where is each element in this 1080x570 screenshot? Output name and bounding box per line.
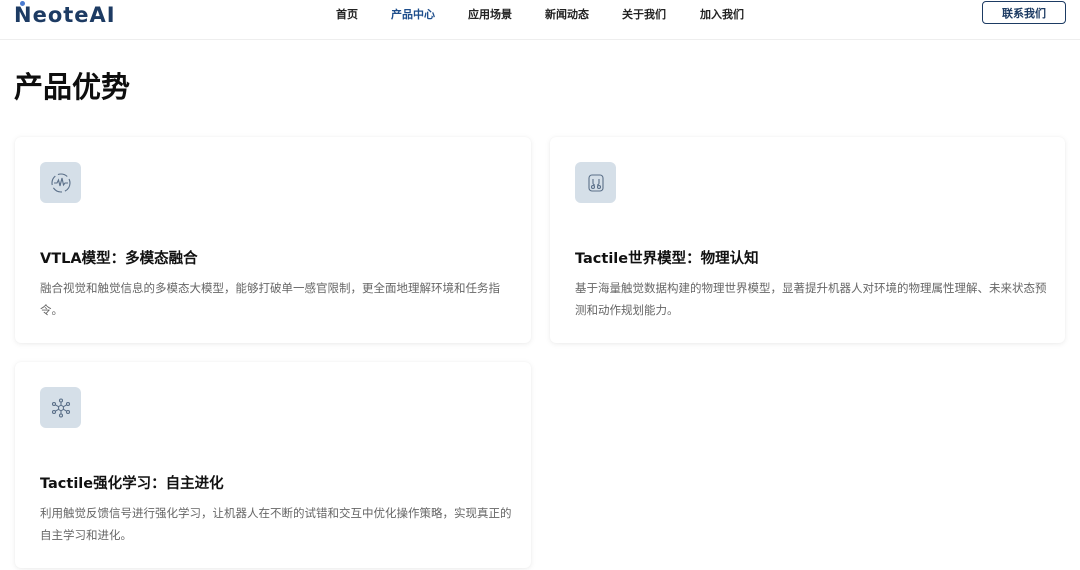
- robot-hands-icon: [575, 162, 616, 203]
- contact-button[interactable]: 联系我们: [982, 1, 1066, 24]
- feature-card-world-model: Tactile世界模型：物理认知 基于海量触觉数据构建的物理世界模型，显著提升机…: [550, 137, 1065, 343]
- logo-text: NeoteAI: [14, 3, 116, 27]
- page-title: 产品优势: [14, 70, 131, 104]
- nav-item-about[interactable]: 关于我们: [622, 6, 666, 22]
- logo-dot-icon: [20, 1, 25, 6]
- card-description: 基于海量触觉数据构建的物理世界模型，显著提升机器人对环境的物理属性理解、未来状态…: [575, 281, 1047, 317]
- logo[interactable]: NeoteAI: [14, 3, 116, 27]
- nav-item-home[interactable]: 首页: [336, 6, 358, 22]
- waveform-circle-icon: [40, 162, 81, 203]
- feature-card-vtla: VTLA模型：多模态融合 融合视觉和触觉信息的多模态大模型，能够打破单一感官限制…: [15, 137, 531, 343]
- feature-card-reinforcement: Tactile强化学习：自主进化 利用触觉反馈信号进行强化学习，让机器人在不断的…: [15, 362, 531, 568]
- card-title: Tactile强化学习：自主进化: [40, 476, 224, 492]
- card-title: Tactile世界模型：物理认知: [575, 251, 759, 267]
- site-header: NeoteAI 首页 产品中心 应用场景 新闻动态 关于我们 加入我们 联系我们: [0, 0, 1080, 40]
- nav-item-products[interactable]: 产品中心: [391, 6, 435, 22]
- nav-item-scenarios[interactable]: 应用场景: [468, 6, 512, 22]
- nav-item-news[interactable]: 新闻动态: [545, 6, 589, 22]
- card-description: 融合视觉和触觉信息的多模态大模型，能够打破单一感官限制，更全面地理解环境和任务指…: [40, 281, 500, 317]
- nav-item-join[interactable]: 加入我们: [700, 6, 744, 22]
- card-title: VTLA模型：多模态融合: [40, 251, 198, 267]
- network-nodes-icon: [40, 387, 81, 428]
- card-description: 利用触觉反馈信号进行强化学习，让机器人在不断的试错和交互中优化操作策略，实现真正…: [40, 506, 512, 542]
